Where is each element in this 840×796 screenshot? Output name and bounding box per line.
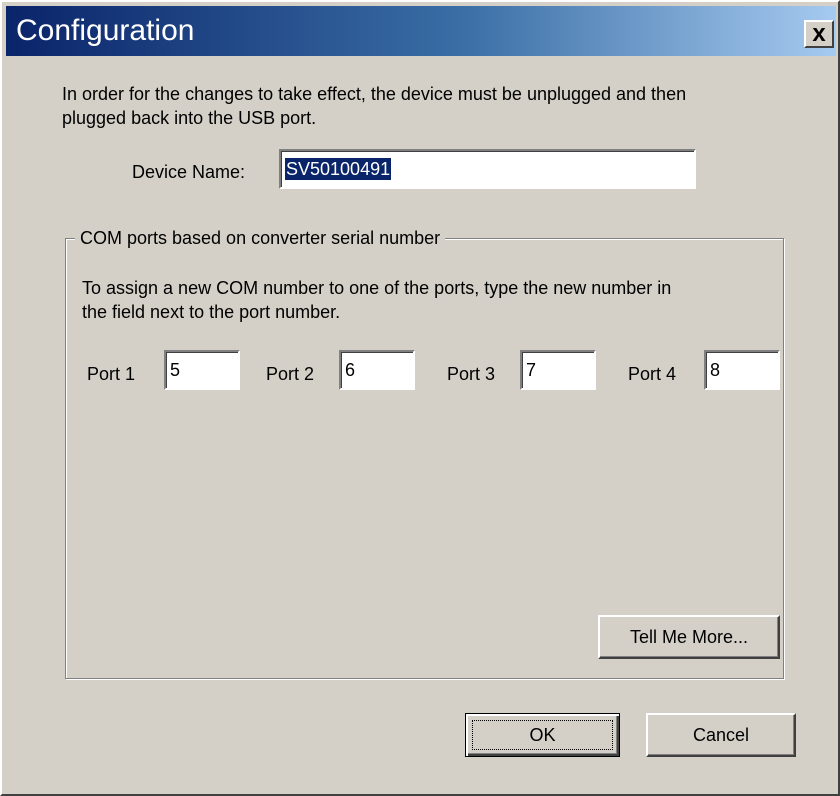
port-2-input[interactable]: 6 — [339, 350, 415, 390]
port-1-value: 5 — [170, 360, 181, 380]
port-2-label: Port 2 — [266, 364, 315, 384]
port-4-label: Port 4 — [628, 364, 677, 384]
device-name-label: Device Name: — [132, 162, 246, 182]
port-3-value: 7 — [526, 360, 537, 380]
port-1-input[interactable]: 5 — [164, 350, 240, 390]
ok-button[interactable]: OK — [465, 713, 620, 757]
port-4-value: 8 — [710, 360, 721, 380]
com-instruction-text: To assign a new COM number to one of the… — [82, 278, 672, 322]
port-3-input[interactable]: 7 — [520, 350, 596, 390]
intro-text: In order for the changes to take effect,… — [62, 84, 687, 128]
cancel-button[interactable]: Cancel — [646, 713, 796, 757]
ok-button-label: OK — [529, 725, 556, 745]
close-icon: x — [812, 20, 826, 47]
com-ports-group-title: COM ports based on converter serial numb… — [75, 226, 446, 250]
dialog-title: Configuration — [16, 14, 195, 47]
close-button[interactable]: x — [804, 20, 834, 48]
tell-me-more-button[interactable]: Tell Me More... — [598, 615, 780, 659]
title-bar[interactable]: Configuration x — [6, 6, 836, 56]
port-4-input[interactable]: 8 — [704, 350, 780, 390]
port-1-label: Port 1 — [87, 364, 136, 384]
port-2-value: 6 — [345, 360, 356, 380]
device-name-input[interactable]: SV50100491 — [279, 149, 696, 189]
port-3-label: Port 3 — [447, 364, 496, 384]
configuration-dialog: Configuration x In order for the changes… — [0, 0, 840, 796]
device-name-value: SV50100491 — [285, 158, 392, 180]
